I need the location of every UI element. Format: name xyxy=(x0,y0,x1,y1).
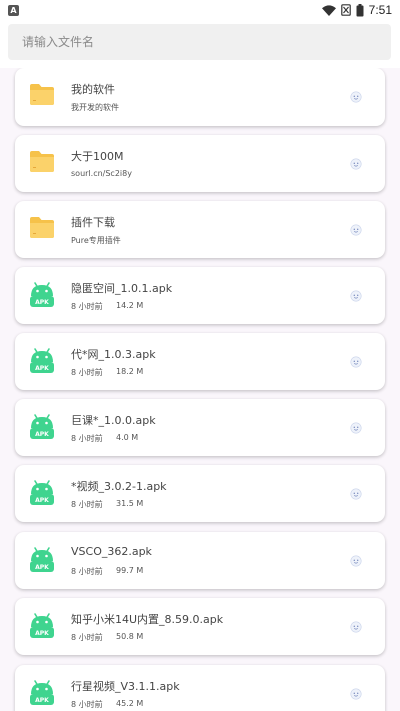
file-size: 4.0 M xyxy=(116,433,139,442)
file-modified-time: 8 小时前 xyxy=(71,633,103,642)
file-meta: 8 小时前 18.2 M xyxy=(71,367,143,378)
more-options-icon[interactable] xyxy=(350,688,362,700)
file-modified-time: 8 小时前 xyxy=(71,302,103,311)
app-notification-icon: A xyxy=(8,4,19,16)
svg-text:APK: APK xyxy=(35,497,49,504)
folder-icon xyxy=(30,151,54,172)
file-size: 45.2 M xyxy=(116,699,144,708)
apk-icon-wrap: APK xyxy=(27,609,57,639)
file-modified-time: 8 小时前 xyxy=(71,567,103,576)
wifi-icon xyxy=(321,4,336,16)
file-meta: 8 小时前 31.5 M xyxy=(71,499,143,510)
cellular-off-icon xyxy=(340,4,351,16)
apk-icon-wrap: APK xyxy=(27,278,57,308)
android-apk-icon: APK xyxy=(30,480,54,505)
android-apk-icon: APK xyxy=(30,613,54,638)
svg-text:APK: APK xyxy=(35,299,49,306)
folder-name: 插件下载 xyxy=(71,216,115,229)
more-options-icon[interactable] xyxy=(350,356,362,368)
folder-icon xyxy=(30,84,54,105)
folder-icon-wrap xyxy=(27,146,57,176)
apk-file-card[interactable]: APK 行星视频_V3.1.1.apk 8 小时前 45.2 M xyxy=(15,665,385,711)
search-bar xyxy=(0,20,400,68)
file-name: *视频_3.0.2-1.apk xyxy=(71,480,167,493)
apk-file-card[interactable]: APK VSCO_362.apk 8 小时前 99.7 M xyxy=(15,532,385,589)
android-apk-icon: APK xyxy=(30,348,54,373)
file-name: 巨课*_1.0.0.apk xyxy=(71,414,156,427)
apk-file-card[interactable]: APK 巨课*_1.0.0.apk 8 小时前 4.0 M xyxy=(15,399,385,456)
svg-text:APK: APK xyxy=(35,564,49,571)
clock: 7:51 xyxy=(368,3,392,17)
android-apk-icon: APK xyxy=(30,414,54,439)
apk-file-card[interactable]: APK 代*网_1.0.3.apk 8 小时前 18.2 M xyxy=(15,333,385,390)
folder-card[interactable]: 大于100M sourl.cn/Sc2i8y xyxy=(15,135,385,192)
more-options-icon[interactable] xyxy=(350,290,362,302)
more-options-icon[interactable] xyxy=(350,488,362,500)
more-options-icon[interactable] xyxy=(350,555,362,567)
file-size: 99.7 M xyxy=(116,566,144,575)
file-name: 行星视频_V3.1.1.apk xyxy=(71,680,180,693)
more-options-icon[interactable] xyxy=(350,224,362,236)
folder-card[interactable]: 我的软件我开发的软件 xyxy=(15,68,385,126)
file-modified-time: 8 小时前 xyxy=(71,500,103,509)
folder-description: sourl.cn/Sc2i8y xyxy=(71,169,132,178)
file-list[interactable]: 我的软件我开发的软件大于100M sourl.cn/Sc2i8y 插件下载 Pure专… xyxy=(0,68,400,711)
folder-description: 我开发的软件 xyxy=(71,103,119,112)
battery-icon xyxy=(356,3,364,16)
file-size: 50.8 M xyxy=(116,632,144,641)
more-options-icon[interactable] xyxy=(350,422,362,434)
file-meta: 8 小时前 99.7 M xyxy=(71,566,143,577)
more-options-icon[interactable] xyxy=(350,91,362,103)
svg-text:APK: APK xyxy=(35,630,49,637)
apk-icon-wrap: APK xyxy=(27,676,57,706)
android-apk-icon: APK xyxy=(30,282,54,307)
file-modified-time: 8 小时前 xyxy=(71,434,103,443)
status-icons: 7:51 xyxy=(321,3,392,17)
more-options-icon[interactable] xyxy=(350,158,362,170)
svg-text:APK: APK xyxy=(35,431,49,438)
file-name: 知乎小米14U内置_8.59.0.apk xyxy=(71,613,224,626)
folder-icon-wrap xyxy=(27,212,57,242)
file-size: 18.2 M xyxy=(116,367,144,376)
file-meta: 8 小时前 50.8 M xyxy=(71,632,143,643)
more-options-icon[interactable] xyxy=(350,621,362,633)
file-meta: 8 小时前 14.2 M xyxy=(71,301,143,312)
apk-file-card[interactable]: APK 隐匿空间_1.0.1.apk 8 小时前 14.2 M xyxy=(15,267,385,324)
folder-card[interactable]: 插件下载 Pure专用插件 xyxy=(15,201,385,258)
file-name: VSCO_362.apk xyxy=(71,545,152,558)
folder-description: Pure专用插件 xyxy=(71,236,121,245)
file-meta: 8 小时前 4.0 M xyxy=(71,433,138,444)
status-bar: A 7:51 xyxy=(0,0,400,20)
android-apk-icon: APK xyxy=(30,547,54,572)
apk-icon-wrap: APK xyxy=(27,476,57,506)
file-name: 代*网_1.0.3.apk xyxy=(71,348,156,361)
file-modified-time: 8 小时前 xyxy=(71,700,103,709)
apk-icon-wrap: APK xyxy=(27,344,57,374)
file-meta: 8 小时前 45.2 M xyxy=(71,699,143,710)
file-size: 14.2 M xyxy=(116,301,144,310)
apk-icon-wrap: APK xyxy=(27,543,57,573)
apk-icon-wrap: APK xyxy=(27,410,57,440)
apk-file-card[interactable]: APK 知乎小米14U内置_8.59.0.apk 8 小时前 50.8 M xyxy=(15,598,385,655)
file-size: 31.5 M xyxy=(116,499,144,508)
file-name: 隐匿空间_1.0.1.apk xyxy=(71,282,173,295)
folder-icon-wrap xyxy=(27,79,57,109)
search-input[interactable] xyxy=(8,24,391,60)
file-modified-time: 8 小时前 xyxy=(71,368,103,377)
android-apk-icon: APK xyxy=(30,680,54,705)
folder-name: 我的软件 xyxy=(71,83,115,96)
apk-file-card[interactable]: APK *视频_3.0.2-1.apk 8 小时前 31.5 M xyxy=(15,465,385,522)
folder-name: 大于100M xyxy=(71,150,124,163)
svg-text:APK: APK xyxy=(35,365,49,372)
folder-icon xyxy=(30,217,54,238)
svg-text:APK: APK xyxy=(35,697,49,704)
